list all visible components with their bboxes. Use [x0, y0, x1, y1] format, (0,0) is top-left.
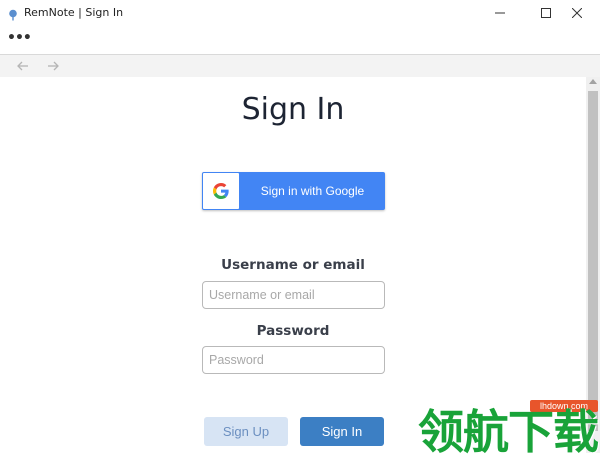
scrollbar-thumb[interactable]: [588, 91, 598, 431]
username-label: Username or email: [221, 257, 365, 273]
scroll-up-arrow-icon[interactable]: [589, 79, 597, 84]
google-button-label: Sign in with Google: [260, 184, 365, 198]
forward-button[interactable]: [44, 58, 62, 74]
google-logo-container: [203, 173, 239, 209]
close-icon: [572, 8, 582, 18]
minimize-icon: [495, 12, 505, 14]
password-label: Password: [256, 323, 330, 339]
title-bar: RemNote | Sign In: [0, 0, 600, 26]
username-input[interactable]: [202, 281, 385, 309]
google-g-icon: [213, 183, 229, 199]
close-button[interactable]: [554, 0, 600, 26]
minimize-button[interactable]: [477, 0, 523, 26]
back-button[interactable]: [14, 58, 32, 74]
sign-in-button[interactable]: Sign In: [300, 417, 384, 446]
window-title: RemNote | Sign In: [24, 6, 124, 19]
sign-up-button[interactable]: Sign Up: [204, 417, 288, 446]
watermark-text: 领航下载: [418, 405, 599, 459]
navigation-bar: [0, 55, 600, 77]
page-title: Sign In: [241, 92, 345, 127]
arrow-right-icon: [48, 61, 59, 71]
more-dots-icon[interactable]: •••: [7, 30, 32, 46]
password-input[interactable]: [202, 346, 385, 374]
remnote-app-icon: [7, 6, 19, 21]
menu-bar: [0, 26, 600, 54]
arrow-left-icon: [17, 61, 28, 71]
maximize-icon: [541, 8, 551, 18]
sign-in-with-google-button[interactable]: Sign in with Google: [202, 172, 385, 210]
